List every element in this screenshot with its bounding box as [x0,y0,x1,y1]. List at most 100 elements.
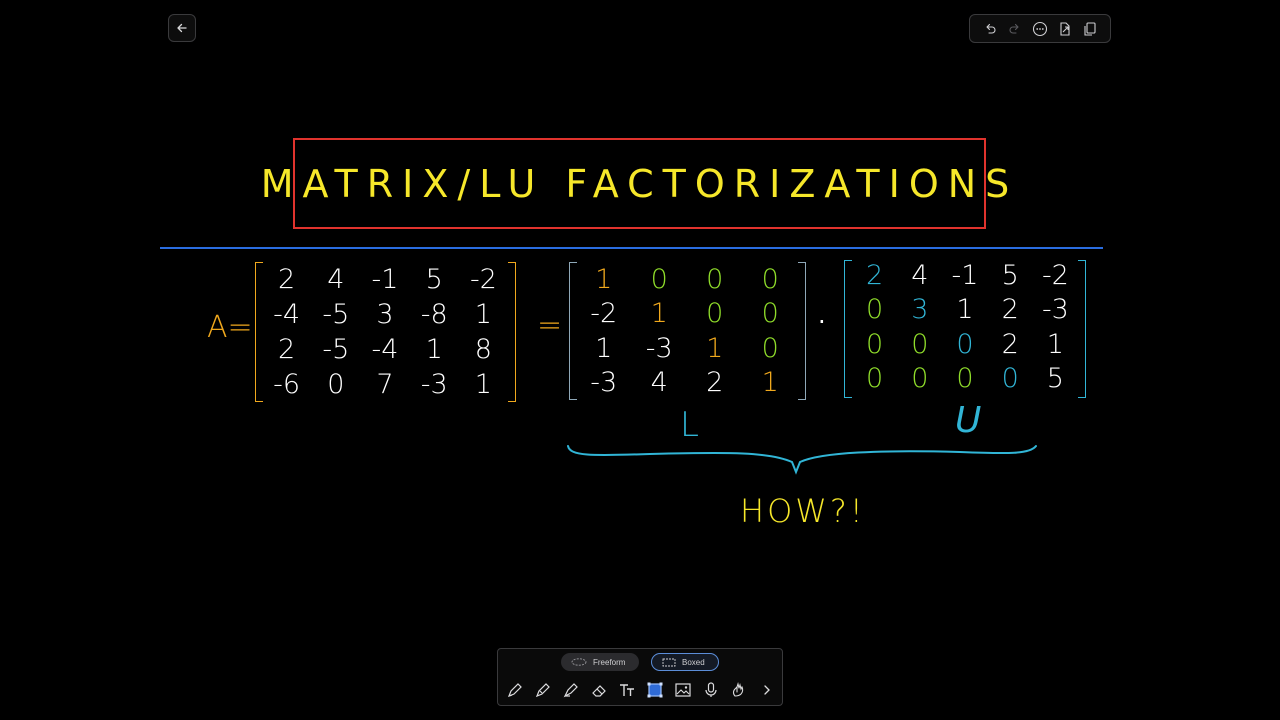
matrix-l-cell-3-1: 4 [650,367,668,399]
freeform-label: Freeform [593,657,626,667]
freeform-mode-button[interactable]: Freeform [561,653,639,671]
fountain-pen-icon [535,683,550,698]
matrix-u-cell-3-2: 0 [956,363,974,395]
matrix-u-cell-1-4: -3 [1041,294,1069,326]
matrix-l-cell-0-2: 0 [706,263,724,295]
arrow-left-icon [177,23,187,33]
matrix-u-cell-3-4: 5 [1046,363,1064,395]
matrix-a-cell-0-3: 5 [425,264,443,295]
matrix-a-cell-2-3: 1 [425,334,443,365]
lasso-select-tool[interactable] [644,679,666,701]
matrix-a-cell-1-1: -5 [322,299,350,330]
highlighter-tool[interactable] [560,679,582,701]
text-tool[interactable] [616,679,638,701]
matrix-u-cell-2-2: 0 [956,328,974,360]
matrix-a-right-bracket [508,262,516,402]
matrix-l-cell-2-1: -3 [645,332,673,364]
expand-tools-button[interactable] [756,679,778,701]
curly-brace [567,445,1037,475]
matrix-l-cell-2-3: 0 [761,332,779,364]
eraser-icon [592,685,606,697]
matrix-a-cell-1-4: 1 [474,299,492,330]
matrix-u-cell-2-0: 0 [866,328,884,360]
matrix-a-cell-0-1: 4 [327,264,345,295]
matrix-l-cell-0-3: 0 [761,263,779,295]
matrix-l-cell-3-2: 2 [706,367,724,399]
matrix-u: 2 4 -1 5 -2 0 3 1 2 -3 0 0 0 2 1 0 0 0 0 5 [852,258,1078,396]
text-icon [620,684,634,696]
title-box: MATRIX/LU FACTORIZATIONS [261,138,1009,229]
matrix-l-cell-1-3: 0 [761,298,779,330]
lasso-icon [571,657,587,666]
matrix-a-cell-2-2: -4 [371,334,399,365]
matrix-u-cell-0-1: 4 [911,259,929,291]
matrix-u-cell-0-3: 5 [1001,259,1019,291]
matrix-a-cell-1-2: 3 [376,299,394,330]
matrix-l-cell-2-2: 1 [706,332,724,364]
matrix-u-cell-3-3: 0 [1001,363,1019,395]
box-select-active-icon [647,682,663,698]
matrix-a-cell-0-2: -1 [371,264,399,295]
back-button[interactable] [168,14,196,42]
microphone-tool[interactable] [700,679,722,701]
eraser-tool[interactable] [588,679,610,701]
tool-palette: Freeform Boxed [497,648,783,706]
microphone-icon [705,682,717,697]
matrix-u-cell-2-1: 0 [911,328,929,360]
redo-icon[interactable] [1006,20,1024,38]
matrix-a-cell-0-0: 2 [278,264,296,295]
matrix-l-right-bracket [798,262,806,400]
matrix-a-cell-3-2: 7 [376,369,394,400]
matrix-a-cell-2-0: 2 [278,334,296,365]
matrix-l-cell-0-0: 1 [595,263,613,295]
matrix-a-label: A= [207,310,253,345]
hand-pen-icon [732,682,744,697]
gesture-tool[interactable] [728,679,750,701]
matrix-a-cell-0-4: -2 [469,264,497,295]
image-icon [675,683,691,697]
matrix-u-cell-1-0: 0 [866,294,884,326]
matrix-u-cell-1-2: 1 [956,294,974,326]
boxed-label: Boxed [682,657,705,667]
matrix-a-cell-1-3: -8 [420,299,448,330]
pen-tool[interactable] [504,679,526,701]
more-options-icon[interactable] [1031,20,1049,38]
page-title: MATRIX/LU FACTORIZATIONS [260,161,1019,206]
matrix-u-cell-1-1: 3 [911,294,929,326]
matrix-a-cell-2-4: 8 [474,334,492,365]
matrix-l-cell-1-1: 1 [650,298,668,330]
matrix-u-cell-1-3: 2 [1001,294,1019,326]
undo-icon[interactable] [981,20,999,38]
export-page-icon[interactable] [1056,20,1074,38]
matrix-u-cell-0-0: 2 [866,259,884,291]
box-select-icon [662,658,676,666]
matrix-u-cell-0-4: -2 [1041,259,1069,291]
matrix-a-cell-3-3: -3 [420,369,448,400]
label-u: U [955,400,982,441]
fountain-pen-tool[interactable] [532,679,554,701]
image-tool[interactable] [672,679,694,701]
top-toolbar [969,14,1111,43]
divider-line [160,247,1103,249]
matrix-l: 1 0 0 0 -2 1 0 0 1 -3 1 0 -3 4 2 1 [576,262,798,400]
chevron-right-icon [764,685,770,695]
matrix-u-left-bracket [844,260,852,398]
matrix-l-cell-3-0: -3 [590,367,618,399]
matrix-a: 2 4 -1 5 -2 -4 -5 3 -8 1 2 -5 -4 1 8 -6 0 7 -3 1 [262,262,508,402]
copy-pages-icon[interactable] [1081,20,1099,38]
how-annotation: HOW?! [740,492,866,530]
matrix-u-cell-2-3: 2 [1001,328,1019,360]
matrix-a-cell-3-4: 1 [474,369,492,400]
matrix-l-cell-2-0: 1 [595,332,613,364]
boxed-mode-button[interactable]: Boxed [651,653,719,671]
matrix-u-right-bracket [1078,260,1086,398]
matrix-a-cell-1-0: -4 [273,299,301,330]
matrix-u-cell-0-2: -1 [951,259,979,291]
matrix-l-cell-1-2: 0 [706,298,724,330]
highlighter-icon [563,683,578,698]
equals-sign: = [537,308,563,343]
pen-icon [507,683,522,698]
matrix-a-cell-3-0: -6 [273,369,301,400]
matrix-u-cell-3-1: 0 [911,363,929,395]
matrix-l-cell-0-1: 0 [650,263,668,295]
